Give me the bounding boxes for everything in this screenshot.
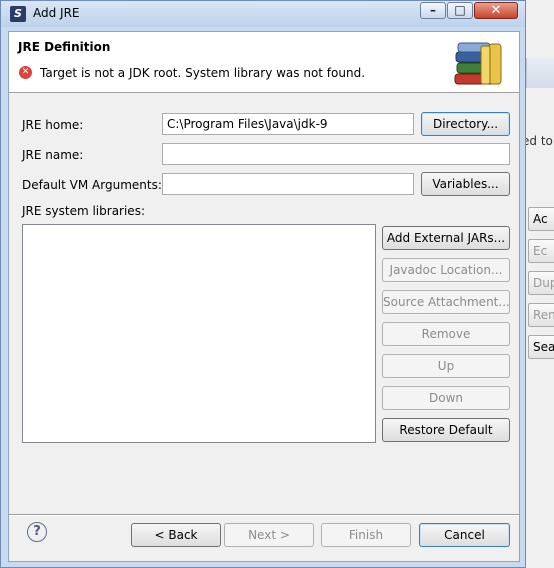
cancel-button[interactable]: Cancel [419,523,510,547]
maximize-button[interactable]: □ [447,2,473,19]
jre-home-input[interactable]: C:\Program Files\Java\jdk-9 [162,113,414,135]
header-title: JRE Definition [18,40,111,54]
next-button[interactable]: Next > [224,523,314,547]
finish-button[interactable]: Finish [321,523,411,547]
background-text: ed to [522,134,553,148]
source-attachment-button[interactable]: Source Attachment... [382,290,510,314]
directory-button[interactable]: Directory... [421,112,510,136]
minimize-button[interactable]: – [420,2,446,19]
add-external-jars-button[interactable]: Add External JARs... [382,226,510,250]
variables-button[interactable]: Variables... [421,172,510,196]
back-button[interactable]: < Back [131,523,221,547]
dialog-header: JRE Definition ✕ Target is not a JDK roo… [9,32,519,93]
up-button[interactable]: Up [382,354,510,378]
maximize-icon: □ [454,3,466,17]
help-icon[interactable]: ? [27,522,47,542]
restore-default-button[interactable]: Restore Default [382,418,510,442]
javadoc-location-button[interactable]: Javadoc Location... [382,258,510,282]
system-libraries-label: JRE system libraries: [22,204,145,218]
add-jre-dialog: S Add JRE – □ ✕ JRE Definition ✕ Target … [0,0,526,568]
jre-home-label: JRE home: [22,118,84,132]
background-toolbar [526,58,554,88]
minimize-icon: – [430,3,436,17]
down-button[interactable]: Down [382,386,510,410]
library-books-icon [454,42,502,85]
remove-button[interactable]: Remove [382,322,510,346]
dialog-body: JRE Definition ✕ Target is not a JDK roo… [8,31,520,562]
background-button: Dupl [528,271,554,295]
jre-name-label: JRE name: [22,148,84,162]
jre-name-input[interactable] [162,143,510,165]
title-bar[interactable]: S Add JRE – □ ✕ [1,1,525,27]
error-message: Target is not a JDK root. System library… [40,66,366,80]
window-title: Add JRE [33,6,80,20]
app-icon: S [10,6,26,22]
background-button: Ren [528,303,554,327]
background-button: Sea [528,335,554,359]
footer-separator [9,514,519,516]
vm-arguments-label: Default VM Arguments: [22,178,162,192]
close-button[interactable]: ✕ [474,2,518,19]
error-icon: ✕ [19,66,32,79]
close-icon: ✕ [490,3,502,18]
background-button: Ec [528,239,554,263]
background-button: Ac [528,207,554,231]
vm-arguments-input[interactable] [162,173,414,195]
system-libraries-list[interactable] [22,224,376,443]
